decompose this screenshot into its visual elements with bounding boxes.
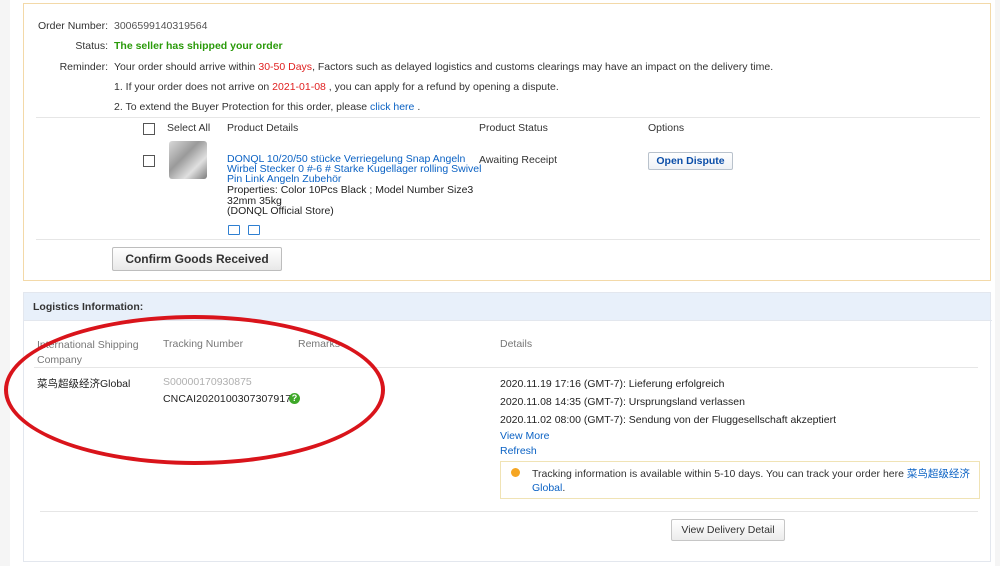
cainiao-link-global[interactable]: Global (532, 482, 562, 494)
product-properties-line-1: Properties: Color 10Pcs Black ; Model Nu… (227, 184, 474, 196)
order-number-label: Order Number: (37, 20, 108, 32)
product-thumbnail[interactable] (169, 141, 207, 179)
reminder-text: Your order should arrive within 30-50 Da… (114, 61, 773, 73)
reminder-line-1: 1. If your order does not arrive on 2021… (114, 81, 559, 93)
line2-suffix: . (414, 101, 421, 113)
reminder-prefix: Your order should arrive within (114, 61, 259, 73)
order-status: The seller has shipped your order (114, 40, 283, 52)
view-delivery-detail-button[interactable]: View Delivery Detail (671, 519, 785, 541)
refresh-link[interactable]: Refresh (500, 445, 537, 457)
select-all-checkbox[interactable] (143, 123, 155, 135)
reminder-line-2: 2. To extend the Buyer Protection for th… (114, 101, 420, 113)
divider (36, 117, 980, 118)
product-title-link[interactable]: DONQL 10/20/50 stücke Verriegelung Snap … (227, 154, 481, 185)
buyer-protection-link[interactable]: click here (370, 101, 414, 113)
line1-prefix: 1. If your order does not arrive on (114, 81, 273, 93)
tracking-tip-text: Tracking information is available within… (532, 467, 972, 495)
col-details: Details (500, 338, 533, 350)
tracking-event: 2020.11.19 17:16 (GMT-7): Lieferung erfo… (500, 378, 725, 390)
product-title-line-3[interactable]: Pin Link Angeln Zubehör (227, 174, 472, 185)
confirm-goods-received-button[interactable]: Confirm Goods Received (112, 247, 282, 271)
order-number: 3006599140319564 (114, 20, 208, 32)
reminder-suffix: , Factors such as delayed logistics and … (312, 61, 774, 73)
tracking-tip-box: Tracking information is available within… (500, 461, 980, 499)
logistics-title: Logistics Information: (33, 301, 144, 313)
open-dispute-button[interactable]: Open Dispute (648, 152, 733, 170)
tip-prefix: Tracking information is available within… (532, 468, 907, 480)
col-product-status: Product Status (479, 122, 548, 134)
col-product-details: Product Details (227, 122, 299, 134)
snapshot-icon[interactable] (228, 225, 240, 235)
view-more-link[interactable]: View More (500, 430, 549, 442)
tip-suffix: . (562, 482, 566, 494)
annotation-circle (4, 315, 385, 465)
arrival-date: 2021-01-08 (272, 81, 326, 93)
col-options: Options (648, 122, 685, 134)
lightbulb-icon (511, 468, 520, 477)
message-icon[interactable] (248, 225, 260, 235)
product-properties: Properties: Color 10Pcs Black ; Model Nu… (227, 185, 473, 217)
reminder-label: Reminder: (59, 61, 108, 73)
status-label: Status: (75, 40, 108, 52)
tracking-event: 2020.11.02 08:00 (GMT-7): Sendung von de… (500, 414, 837, 426)
divider (36, 239, 980, 240)
order-panel: Order Number: 3006599140319564 Status: T… (23, 3, 991, 281)
product-status: Awaiting Receipt (479, 154, 558, 166)
divider (40, 511, 978, 512)
select-all-label: Select All (167, 122, 211, 134)
line1-suffix: , you can apply for a refund by opening … (325, 81, 559, 93)
cainiao-link[interactable]: 菜鸟超级经济 (907, 468, 970, 480)
reminder-days: 30-50 Days (258, 61, 313, 73)
tracking-event: 2020.11.08 14:35 (GMT-7): Ursprungsland … (500, 396, 745, 408)
line2-prefix: 2. To extend the Buyer Protection for th… (114, 101, 371, 113)
store-name: (DONQL Official Store) (227, 205, 334, 217)
product-checkbox[interactable] (143, 155, 155, 167)
